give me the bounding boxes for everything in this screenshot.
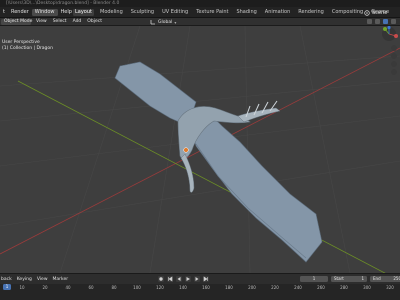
ruler-tick: 160 [202, 285, 210, 290]
dragon-tail [180, 153, 195, 193]
ruler-tick: 240 [294, 285, 302, 290]
ruler-tick: 40 [65, 285, 71, 290]
timeline-ruler[interactable]: 1 10 20 40 60 80 100 120 140 160 180 200… [0, 284, 400, 300]
dragon-right-wing [189, 111, 323, 263]
ruler-tick: 260 [317, 285, 325, 290]
scene-name: Scene [372, 9, 388, 16]
window-title: [\Users\3D\...\Desktop\dragon.blend] - B… [6, 0, 120, 6]
start-frame-value: 1 [361, 276, 364, 281]
end-frame-value: 250 [393, 276, 400, 281]
viewport-menu-select[interactable]: Select [53, 18, 67, 26]
end-frame-field[interactable]: End 250 [370, 276, 400, 282]
workspace-tabs: Layout Modeling Sculpting UV Editing Tex… [73, 9, 395, 16]
dragon-head [237, 107, 281, 123]
object-mode-label: Object Mode [4, 19, 33, 24]
tab-shading[interactable]: Shading [234, 9, 258, 16]
ruler-tick: 180 [225, 285, 233, 290]
next-keyframe-icon[interactable] [194, 276, 200, 282]
playhead-cursor[interactable]: 1 [3, 284, 11, 290]
ruler-tick: 100 [133, 285, 141, 290]
navigation-gizmo[interactable] [375, 26, 400, 86]
collection-path: (1) Collection | Dragon [2, 46, 53, 51]
ruler-tick: 320 [386, 285, 394, 290]
xray-icon[interactable] [375, 19, 380, 24]
chevron-down-icon: ▾ [174, 19, 177, 25]
current-frame-field[interactable]: 1 [300, 276, 328, 282]
ruler-tick: 80 [111, 285, 117, 290]
jump-start-icon[interactable] [167, 276, 173, 282]
menu-window[interactable]: Window [31, 9, 58, 16]
ruler-tick: 220 [271, 285, 279, 290]
start-frame-field[interactable]: Start 1 [331, 276, 367, 282]
ruler-tick: 120 [156, 285, 164, 290]
tab-uv-editing[interactable]: UV Editing [160, 9, 190, 16]
record-icon[interactable] [158, 276, 164, 282]
object-mode-select[interactable]: Object Mode [1, 19, 33, 25]
viewport-info-overlay: User Perspective (1) Collection | Dragon [2, 40, 53, 52]
playback-controls [158, 276, 209, 282]
viewport-menu-object[interactable]: Object [87, 18, 102, 26]
jump-end-icon[interactable] [203, 276, 209, 282]
transform-orientation-label: Global [158, 19, 173, 25]
end-frame-label: End [373, 276, 381, 281]
menu-file[interactable]: t [0, 9, 8, 16]
scene-icon [364, 9, 370, 16]
ruler-tick: 280 [340, 285, 348, 290]
play-icon[interactable] [185, 276, 191, 282]
ruler-tick: 200 [248, 285, 256, 290]
ruler-tick: 300 [363, 285, 371, 290]
transform-orientation-select[interactable]: Global ▾ [150, 19, 176, 25]
current-frame-value: 1 [312, 276, 316, 281]
shading-material-icon[interactable] [391, 19, 396, 24]
tab-sculpting[interactable]: Sculpting [129, 9, 156, 16]
object-origin [183, 147, 189, 153]
ruler-tick: 140 [179, 285, 187, 290]
scene-selector[interactable]: Scene [364, 9, 387, 16]
timeline-header: back Keying View Marker 1 Start 1 End 25… [0, 273, 400, 284]
shading-solid-icon[interactable] [383, 19, 388, 24]
tab-modeling[interactable]: Modeling [98, 9, 125, 16]
viewport-menu-add[interactable]: Add [73, 18, 82, 26]
top-menubar: t Render Window Help Layout Modeling Scu… [0, 7, 400, 18]
menu-render[interactable]: Render [8, 9, 32, 16]
orientation-icon [150, 20, 155, 25]
viewport-menu-view[interactable]: View [36, 18, 47, 26]
navigation-gizmo-svg [382, 26, 398, 75]
3d-viewport[interactable]: User Perspective (1) Collection | Dragon [0, 26, 400, 273]
viewport-header: Object Mode View Select Add Object Globa… [0, 18, 400, 26]
tab-animation[interactable]: Animation [263, 9, 293, 16]
tab-layout[interactable]: Layout [73, 9, 94, 16]
overlay-icon[interactable] [367, 19, 372, 24]
start-frame-label: Start [334, 276, 344, 281]
tab-rendering[interactable]: Rendering [296, 9, 326, 16]
window-titlebar: [\Users\3D\...\Desktop\dragon.blend] - B… [0, 0, 400, 7]
tab-compositing[interactable]: Compositing [330, 9, 365, 16]
ruler-tick: 60 [88, 285, 94, 290]
viewport-scene [0, 26, 400, 273]
ruler-tick: 20 [42, 285, 48, 290]
ruler-tick: 10 [19, 285, 25, 290]
tab-texture-paint[interactable]: Texture Paint [194, 9, 230, 16]
prev-keyframe-icon[interactable] [176, 276, 182, 282]
